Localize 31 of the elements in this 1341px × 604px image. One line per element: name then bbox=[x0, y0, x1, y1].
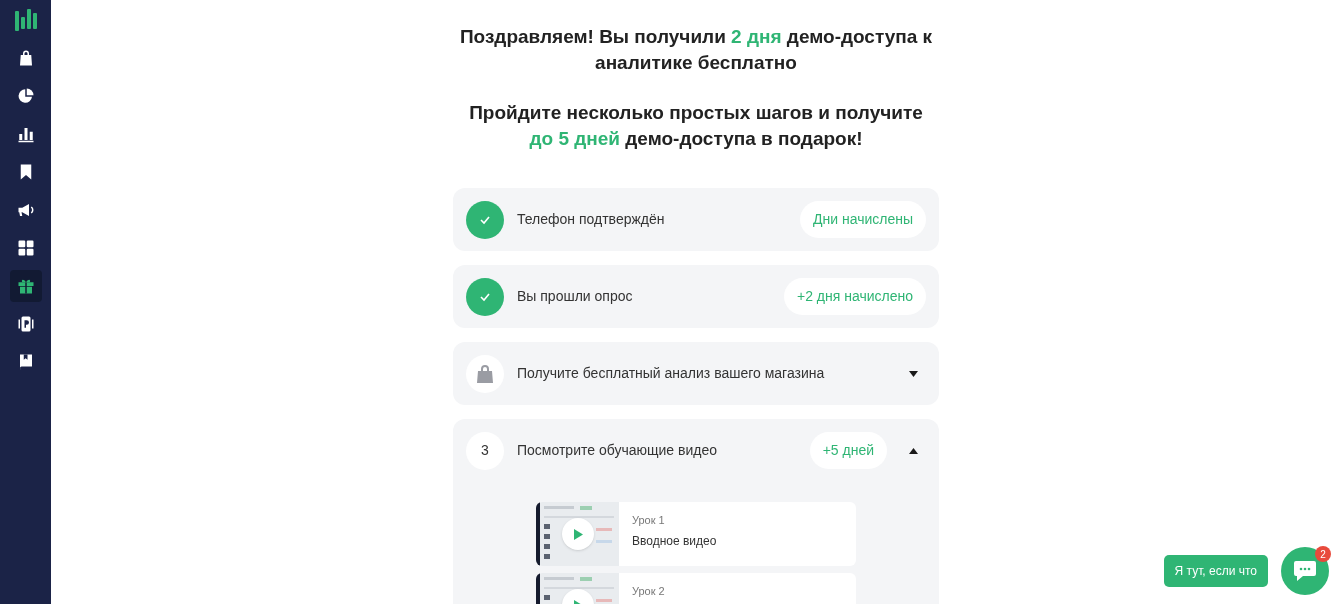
chat-prompt-button[interactable]: Я тут, если что bbox=[1163, 555, 1268, 587]
chat-button[interactable]: 2 bbox=[1281, 547, 1329, 595]
caret-icon[interactable] bbox=[908, 370, 918, 377]
pie-chart-icon bbox=[16, 87, 35, 105]
step-title: Получите бесплатный анализ вашего магазина bbox=[517, 364, 826, 383]
play-icon bbox=[572, 528, 583, 540]
grid-icon bbox=[16, 239, 35, 257]
chat-icon bbox=[1293, 560, 1317, 582]
step-title: Вы прошли опрос bbox=[517, 287, 634, 306]
reward-badge: +5 дней bbox=[809, 432, 887, 469]
parking-icon bbox=[16, 315, 35, 333]
sidebar-item[interactable] bbox=[9, 270, 42, 302]
reward-badge: Дни начислены bbox=[800, 201, 926, 238]
bag-icon bbox=[477, 364, 493, 383]
lesson-number: Урок 1 bbox=[632, 514, 666, 527]
heading: Пройдите несколько простых шагов и получите до 5 дней демо-доступа в подарок! bbox=[468, 101, 924, 151]
logo-icon bbox=[13, 7, 38, 33]
video-title: Вводное видео bbox=[632, 533, 717, 550]
reward-badge: +2 дня начислено bbox=[783, 278, 926, 315]
gift-icon bbox=[16, 277, 35, 295]
step-title: Посмотрите обучающие видео bbox=[517, 441, 718, 460]
video-card[interactable]: Урок 1 Вводное видео bbox=[536, 502, 856, 566]
megaphone-icon bbox=[16, 201, 35, 219]
step-number: 3 bbox=[466, 431, 504, 470]
lesson-number: Урок 2 bbox=[632, 585, 665, 598]
caret-icon[interactable] bbox=[908, 447, 918, 454]
bar-chart-icon bbox=[16, 125, 35, 143]
unread-count-badge: 2 bbox=[1315, 546, 1331, 562]
step-title: Телефон подтверждён bbox=[517, 210, 666, 229]
video-card[interactable]: Урок 2 bbox=[536, 573, 856, 604]
heading: Поздравляем! Вы получили 2 дня демо-доступа к аналитике бесплатно bbox=[458, 25, 934, 75]
